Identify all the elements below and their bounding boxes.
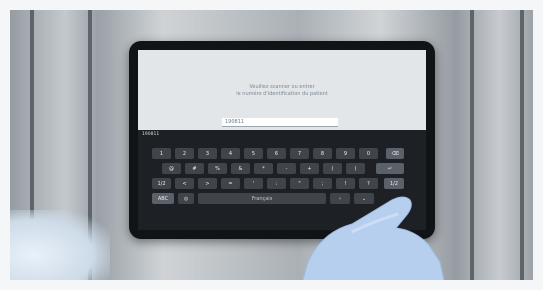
sleeve-blur: [0, 210, 110, 290]
glove: [299, 196, 447, 290]
photo-scene: Veuillez scanner ou entrer le numéro d'i…: [0, 0, 543, 290]
